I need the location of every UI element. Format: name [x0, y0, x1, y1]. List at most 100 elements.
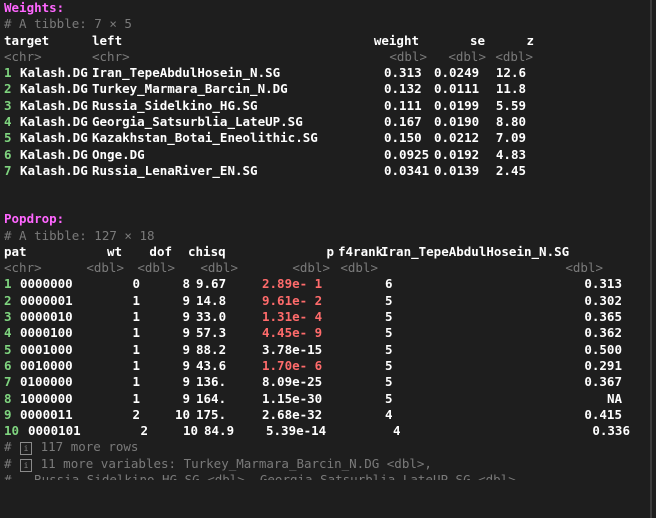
table-row: 7 Kalash.DG Russia_LenaRiver_EN.SG 0.034…	[4, 163, 650, 179]
row-number: 5	[4, 130, 12, 146]
col-type-p: <dbl>	[292, 260, 330, 276]
cell-target: Kalash.DG	[20, 65, 88, 81]
cell-left: Russia_LenaRiver_EN.SG	[92, 162, 258, 178]
col-type-dof: <dbl>	[137, 260, 175, 276]
cell-f4rank: 5	[385, 390, 393, 406]
cell-p: 4.45e- 9	[262, 325, 323, 341]
cell-wt: 1	[132, 309, 140, 325]
cell-chisq: 164.	[196, 390, 227, 406]
cell-dof: 9	[182, 309, 190, 325]
cell-wt: 1	[132, 292, 140, 308]
cell-target: Kalash.DG	[20, 114, 88, 130]
cell-f4rank: 4	[393, 423, 401, 439]
cell-chisq: 88.2	[196, 341, 227, 357]
cell-iran: 0.365	[584, 309, 622, 325]
col-header-wt: wt	[106, 243, 122, 259]
more-rows-text: 117 more rows	[40, 439, 139, 455]
cell-weight: 0.167	[384, 114, 422, 130]
cell-f4rank: 5	[385, 292, 393, 308]
cell-target: Kalash.DG	[20, 162, 88, 178]
table-row: 7 0100000 1 9 136. 8.09e-25 5 0.367	[4, 374, 650, 390]
cell-se: 0.0212	[434, 130, 480, 146]
col-type-wt: <dbl>	[86, 260, 124, 276]
table-row: 8 1000000 1 9 164. 1.15e-30 5 NA	[4, 391, 650, 407]
table-row: 2 0000001 1 9 14.8 9.61e- 2 5 0.302	[4, 293, 650, 309]
cell-chisq: 9.67	[196, 276, 227, 292]
cell-dof: 9	[182, 292, 190, 308]
cell-left: Russia_Sidelkino_HG.SG	[92, 97, 258, 113]
row-number: 9	[4, 406, 12, 422]
cell-chisq: 43.6	[196, 357, 227, 373]
popdrop-rows: 1 0000000 0 8 9.67 2.89e- 1 6 0.313 2 0000001 1 9 14…	[4, 276, 650, 439]
table-row: 1 0000000 0 8 9.67 2.89e- 1 6 0.313	[4, 276, 650, 292]
row-number: 7	[4, 162, 12, 178]
cell-weight: 0.0341	[384, 162, 430, 178]
cell-p: 9.61e- 2	[262, 292, 323, 308]
row-number: 7	[4, 374, 12, 390]
weights-title: Weights:	[4, 0, 65, 15]
weights-rows: 1 Kalash.DG Iran_TepeAbdulHosein_N.SG 0.…	[4, 65, 650, 179]
cell-target: Kalash.DG	[20, 81, 88, 97]
row-number: 8	[4, 390, 12, 406]
cell-z: 11.8	[495, 81, 526, 97]
col-header-dof: dof	[149, 243, 172, 259]
cell-iran: 0.302	[584, 292, 622, 308]
col-type-iran: <dbl>	[565, 260, 603, 276]
col-type-z: <dbl>	[495, 48, 533, 64]
info-icon: i	[20, 442, 33, 456]
cell-target: Kalash.DG	[20, 130, 88, 146]
table-row: 3 0000010 1 9 33.0 1.31e- 4 5 0.365	[4, 309, 650, 325]
col-header-target: target	[4, 32, 50, 48]
cell-weight: 0.132	[384, 81, 422, 97]
cell-target: Kalash.DG	[20, 97, 88, 113]
col-header-p: p	[326, 243, 334, 259]
row-number: 2	[4, 81, 12, 97]
cell-p: 1.31e- 4	[262, 309, 323, 325]
cell-f4rank: 5	[385, 357, 393, 373]
cell-iran: 0.313	[584, 276, 622, 292]
weights-type-row: <chr> <chr> <dbl> <dbl> <dbl>	[4, 49, 650, 65]
cell-wt: 1	[132, 325, 140, 341]
col-header-left: left	[92, 32, 123, 48]
cell-left: Georgia_Satsurblia_LateUP.SG	[92, 114, 303, 130]
popdrop-tibble-info: # A tibble: 127 × 18	[4, 227, 155, 243]
r-console-output: Weights: # A tibble: 7 × 5 target left w…	[0, 0, 652, 518]
more-vars-text: 11 more variables: Turkey_Marmara_Barcin…	[40, 455, 432, 471]
col-header-weight: weight	[373, 32, 419, 48]
cell-wt: 2	[132, 406, 140, 422]
table-row: 6 0010000 1 9 43.6 1.70e- 6 5 0.291	[4, 358, 650, 374]
info-icon: i	[20, 458, 33, 472]
cell-z: 8.80	[495, 114, 526, 130]
more-rows-note: # i 117 more rows	[4, 439, 139, 456]
cell-chisq: 136.	[196, 374, 227, 390]
cell-iran: 0.291	[584, 357, 622, 373]
cell-wt: 0	[132, 276, 140, 292]
cell-z: 2.45	[495, 162, 526, 178]
table-row: 5 0001000 1 9 88.2 3.78e-15 5 0.500	[4, 342, 650, 358]
cut-off-line: # Russia_Sidelkino_HG.SG <dbl>, Georgia_…	[4, 472, 650, 480]
cell-wt: 2	[140, 423, 148, 439]
col-type-weight: <dbl>	[389, 48, 427, 64]
row-number: 1	[4, 276, 12, 292]
cell-p: 2.68e-32	[262, 406, 323, 422]
weights-header-row: target left weight se z	[4, 33, 650, 49]
cell-iran: NA	[606, 390, 622, 406]
cell-target: Kalash.DG	[20, 146, 88, 162]
row-number: 4	[4, 325, 12, 341]
cell-f4rank: 5	[385, 374, 393, 390]
cell-se: 0.0111	[434, 81, 480, 97]
cell-weight: 0.313	[384, 65, 422, 81]
cell-dof: 10	[174, 406, 190, 422]
col-header-se: se	[469, 32, 485, 48]
cell-dof: 9	[182, 374, 190, 390]
col-type-chisq: <dbl>	[200, 260, 238, 276]
cell-z: 12.6	[495, 65, 526, 81]
popdrop-header-row: pat wt dof chisq p f4rank Iran_TepeAbdul…	[4, 244, 650, 260]
cell-left: Turkey_Marmara_Barcin_N.DG	[92, 81, 288, 97]
cell-p: 1.15e-30	[262, 390, 323, 406]
cell-f4rank: 4	[385, 406, 393, 422]
row-number: 1	[4, 65, 12, 81]
cell-p: 3.78e-15	[262, 341, 323, 357]
